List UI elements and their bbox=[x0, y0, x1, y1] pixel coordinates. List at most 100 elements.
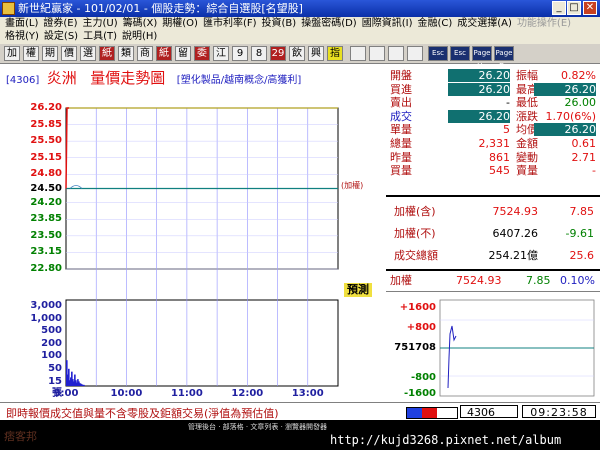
menu-item[interactable]: 說明(H) bbox=[122, 30, 157, 43]
menu-item[interactable]: 操盤密碼(D) bbox=[301, 17, 357, 30]
clock: 09:23:58 bbox=[522, 405, 596, 419]
quote-label: 買量 bbox=[390, 164, 412, 178]
quote-value: 1.70(6%) bbox=[545, 109, 596, 123]
list-icon[interactable] bbox=[388, 46, 404, 61]
quote-label: 買進 bbox=[390, 82, 412, 96]
quote-label: 成交 bbox=[390, 109, 412, 123]
quote-label: 昨量 bbox=[390, 150, 412, 164]
mini-tick-label: 751708 bbox=[394, 342, 436, 353]
quote-panel: 開盤 26.20 振幅 0.82% 買進 26.20 最高 26.20 賣出 - 最低 26.00 成交… bbox=[386, 64, 600, 403]
menu-row-1: 畫面(L) 證券(E) 主力(U) 籌碼(X) 期權(O) 匯市利率(F) 投資(B) 操盤密… bbox=[0, 17, 571, 30]
toolbar-nav-button[interactable]: Page Dn bbox=[494, 46, 514, 70]
toolbar-button[interactable]: 類 bbox=[118, 46, 134, 61]
toolbar-button[interactable]: 興 bbox=[308, 46, 324, 61]
toolbar-button[interactable]: 飲 bbox=[289, 46, 305, 61]
mini-chart-change: 7.85 bbox=[526, 274, 551, 287]
refresh-icon[interactable] bbox=[350, 46, 366, 61]
index-change: -9.61 bbox=[565, 227, 594, 240]
toolbar-button[interactable]: 委 bbox=[194, 46, 210, 61]
toolbar-nav-button[interactable]: Esc bbox=[450, 46, 470, 61]
toolbar-button[interactable]: 8 bbox=[251, 46, 267, 61]
toolbar-button[interactable]: 紙 bbox=[156, 46, 172, 61]
forecast-badge[interactable]: 預測 bbox=[344, 283, 372, 297]
toolbar-button[interactable]: 權 bbox=[23, 46, 39, 61]
index-row: 加權(含) 7524.93 7.85 bbox=[386, 203, 600, 221]
chart-icon[interactable] bbox=[369, 46, 385, 61]
toolbar-button[interactable]: 江 bbox=[213, 46, 229, 61]
menu-item[interactable]: 匯市利率(F) bbox=[203, 17, 257, 30]
close-button[interactable]: ✕ bbox=[583, 1, 597, 15]
menu-item[interactable]: 格視(Y) bbox=[5, 30, 39, 43]
menu-item[interactable]: 期權(O) bbox=[162, 17, 198, 30]
toolbar-button[interactable]: 紙 bbox=[99, 46, 115, 61]
quote-value: 2,331 bbox=[478, 137, 511, 150]
disclaimer-text: 即時報價成交值與量不含零股及鉅額交易(淨值為預估值) bbox=[6, 407, 279, 420]
volume-tick-label: 1,000 bbox=[30, 312, 62, 324]
price-tick-label: 25.85 bbox=[30, 118, 62, 130]
quote-value: - bbox=[506, 96, 510, 110]
index-label: 成交總額 bbox=[394, 249, 438, 262]
quote-label: 賣出 bbox=[390, 96, 412, 110]
toolbar-button[interactable]: 價 bbox=[61, 46, 77, 61]
toolbar-button[interactable]: 加 bbox=[4, 46, 20, 61]
price-tick-label: 23.50 bbox=[30, 229, 62, 241]
quote-label: 總量 bbox=[390, 137, 412, 150]
status-area: 痞客邦 管理後台 · 部落格 · 文章列表 · 瀏覽器開發器 http://ku… bbox=[0, 420, 600, 450]
quote-value: - bbox=[592, 164, 596, 178]
watermark-url: http://kujd3268.pixnet.net/album bbox=[330, 433, 562, 447]
quote-value: 545 bbox=[489, 164, 510, 178]
toolbar-button[interactable]: 期 bbox=[42, 46, 58, 61]
menu-item[interactable]: 工具(T) bbox=[83, 30, 117, 43]
index-panel: 加權(含) 7524.93 7.85 加權(不) 6407.26 -9.61 成交總額 254… bbox=[386, 195, 600, 269]
title-bar: 新世紀贏家 - 101/02/01 - 個股走勢：綜合自選股[名望股] _ □ … bbox=[0, 0, 600, 17]
maximize-button[interactable]: □ bbox=[567, 1, 581, 15]
toolbar-nav-button[interactable]: Esc bbox=[428, 46, 448, 61]
menu-item[interactable]: 畫面(L) bbox=[5, 17, 38, 30]
toolbar-button[interactable]: 指 bbox=[327, 46, 343, 61]
reference-label: (加權) bbox=[341, 181, 364, 190]
toolbar-button[interactable]: 商 bbox=[137, 46, 153, 61]
toolbar-button[interactable]: 選 bbox=[80, 46, 96, 61]
mini-chart-header: 加權 7524.93 7.85 0.10% bbox=[386, 269, 600, 291]
menu-item[interactable]: 籌碼(X) bbox=[123, 17, 158, 30]
volume-tick-label: 15 bbox=[48, 375, 62, 387]
time-tick-label: 13:00 bbox=[291, 388, 324, 399]
quote-value: 861 bbox=[489, 150, 510, 164]
price-tick-label: 23.15 bbox=[30, 246, 62, 258]
toolbar-button[interactable]: 留 bbox=[175, 46, 191, 61]
menu-item[interactable]: 主力(U) bbox=[83, 17, 118, 30]
menu-row-2: 格視(Y) 設定(S) 工具(T) 說明(H) bbox=[0, 30, 157, 43]
menu-item[interactable]: 金融(C) bbox=[417, 17, 452, 30]
minimize-button[interactable]: _ bbox=[552, 1, 566, 15]
index-row: 成交總額 254.21億 25.6 bbox=[386, 247, 600, 265]
volume-tick-label: 200 bbox=[41, 337, 62, 349]
volume-tick-label: 3,000 bbox=[30, 300, 62, 311]
menu-item[interactable]: 投資(B) bbox=[262, 17, 297, 30]
toolbar-button[interactable]: 29 bbox=[270, 46, 286, 61]
toolbar-nav-button[interactable]: Page Up bbox=[472, 46, 492, 70]
price-tick-label: 25.50 bbox=[30, 135, 62, 147]
menu-bar: 畫面(L) 證券(E) 主力(U) 籌碼(X) 期權(O) 匯市利率(F) 投資(B) 操盤密… bbox=[0, 17, 600, 45]
quote-value: 26.20 bbox=[448, 82, 510, 96]
menu-item[interactable]: 國際資訊(I) bbox=[362, 17, 413, 30]
volume-bar bbox=[83, 384, 85, 386]
quote-value: 5 bbox=[503, 123, 510, 137]
menu-item[interactable]: 證券(E) bbox=[43, 17, 77, 30]
volume-tick-label: 50 bbox=[48, 363, 62, 374]
toolbar-button[interactable]: 9 bbox=[232, 46, 248, 61]
menu-item[interactable]: 設定(S) bbox=[44, 30, 78, 43]
index-label: 加權(含) bbox=[394, 205, 436, 218]
settings-icon[interactable] bbox=[407, 46, 423, 61]
menu-item[interactable]: 成交選擇(A) bbox=[457, 17, 512, 30]
quote-label: 單量 bbox=[390, 123, 412, 137]
mini-tick-label: -800 bbox=[410, 372, 436, 383]
stock-input[interactable]: 4306 bbox=[460, 405, 518, 419]
bottom-bar: 即時報價成交值與量不含零股及鉅額交易(淨值為預估值) 4306 09:23:58 bbox=[0, 402, 600, 421]
menu-item[interactable]: 功能操作(E) bbox=[517, 17, 571, 30]
index-label: 加權(不) bbox=[394, 227, 436, 240]
toolbar: 加權期價選紙類商紙留委江9829飲興指EscEscPage UpPage Dn bbox=[0, 44, 600, 70]
volume-tick-label: 500 bbox=[41, 325, 62, 337]
price-volume-chart: [4306] 炎洲 量價走勢圖 [塑化製品/越南概念/高獲利] 26.20 25.… bbox=[0, 64, 386, 402]
status-links[interactable]: 管理後台 · 部落格 · 文章列表 · 瀏覽器開發器 bbox=[188, 422, 327, 432]
mini-tick-label: +800 bbox=[406, 322, 436, 333]
